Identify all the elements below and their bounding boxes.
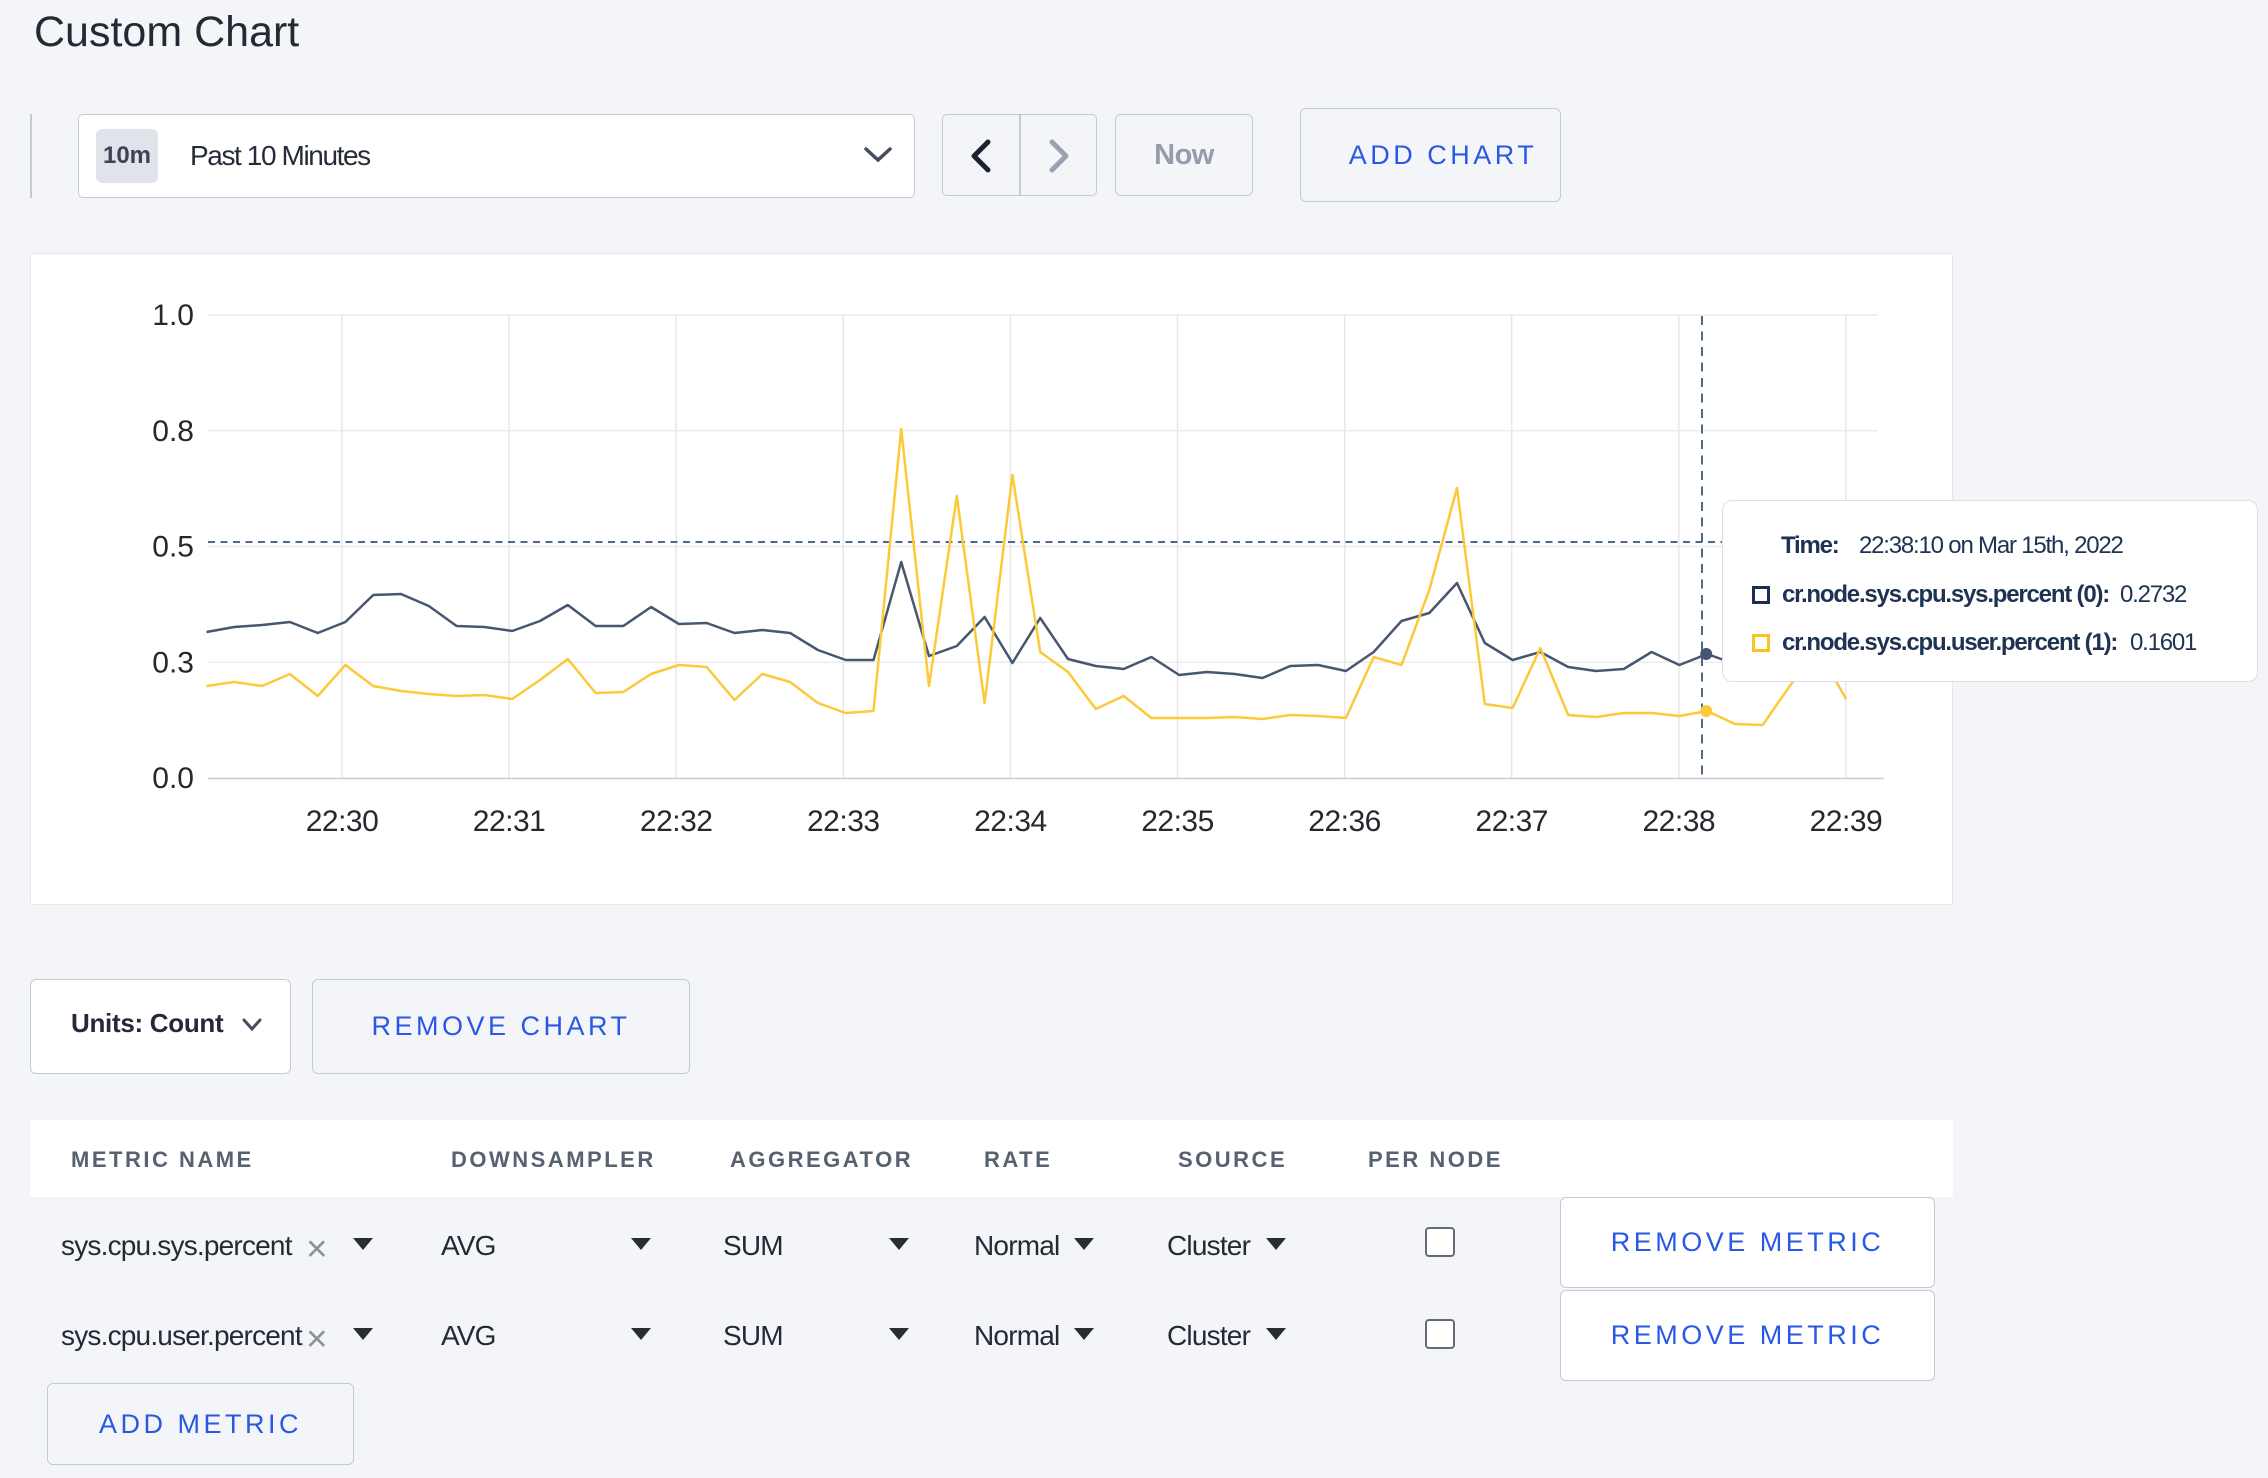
svg-text:0.0: 0.0 bbox=[152, 762, 194, 795]
svg-text:22:39: 22:39 bbox=[1810, 805, 1883, 838]
svg-text:22:37: 22:37 bbox=[1475, 805, 1548, 838]
svg-text:22:36: 22:36 bbox=[1308, 805, 1381, 838]
svg-text:22:38: 22:38 bbox=[1643, 805, 1716, 838]
svg-text:22:30: 22:30 bbox=[306, 805, 379, 838]
svg-text:22:33: 22:33 bbox=[807, 805, 880, 838]
svg-text:22:32: 22:32 bbox=[640, 805, 713, 838]
svg-text:22:31: 22:31 bbox=[473, 805, 546, 838]
svg-text:1.0: 1.0 bbox=[152, 299, 194, 332]
svg-text:22:34: 22:34 bbox=[974, 805, 1047, 838]
svg-text:22:35: 22:35 bbox=[1141, 805, 1214, 838]
svg-text:0.8: 0.8 bbox=[152, 415, 194, 448]
svg-text:0.5: 0.5 bbox=[152, 531, 194, 564]
svg-text:0.3: 0.3 bbox=[152, 646, 194, 679]
